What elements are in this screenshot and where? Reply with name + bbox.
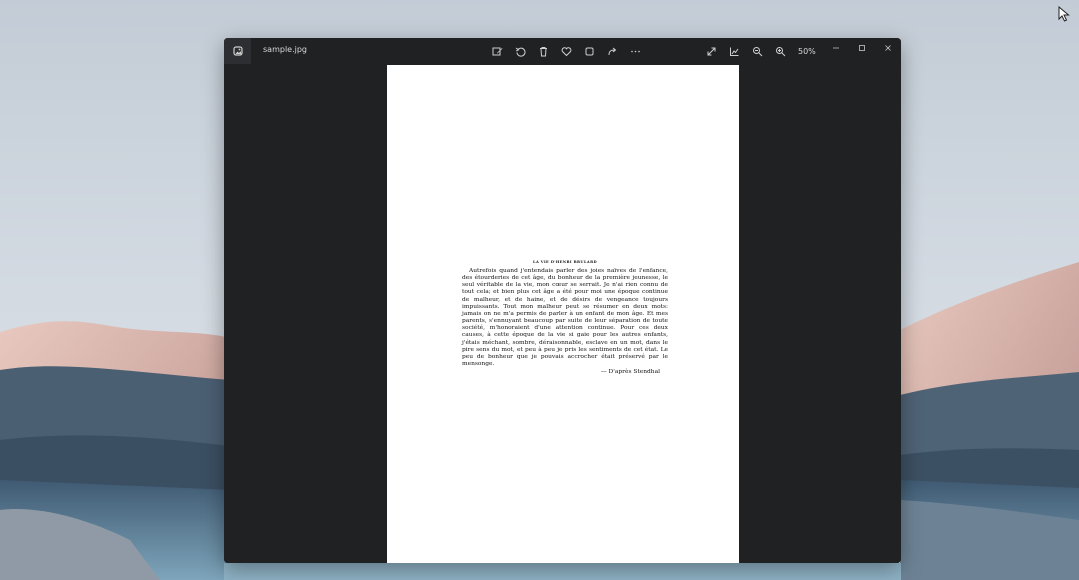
rotate-icon [515, 47, 526, 57]
share-button[interactable] [601, 38, 624, 64]
photos-app-icon [232, 46, 243, 56]
favorite-button[interactable] [555, 38, 578, 64]
crop-icon [585, 47, 594, 55]
document-page-image: LA VIE D'HENRI BRULARD Autrefois quand j… [387, 65, 739, 563]
expand-icon [707, 47, 716, 55]
close-icon [885, 45, 891, 51]
document-signature: — D'après Stendhal [600, 369, 660, 376]
more-icon [631, 50, 640, 52]
minimize-button[interactable] [823, 38, 849, 58]
zoom-level[interactable]: 50% [798, 47, 816, 56]
share-icon [608, 47, 617, 55]
document-text-block: LA VIE D'HENRI BRULARD Autrefois quand j… [462, 260, 668, 375]
zoom-in-icon [776, 46, 786, 56]
document-title: LA VIE D'HENRI BRULARD [533, 260, 597, 264]
image-canvas[interactable]: LA VIE D'HENRI BRULARD Autrefois quand j… [224, 64, 901, 563]
minimize-icon [833, 47, 839, 49]
view-toolbar: 50% [700, 38, 816, 64]
trash-icon [540, 46, 547, 56]
crop-button[interactable] [578, 38, 601, 64]
zoom-out-button[interactable] [746, 38, 769, 64]
document-body: Autrefois quand j'entendais parler des j… [462, 268, 668, 368]
close-button[interactable] [875, 38, 901, 58]
maximize-button[interactable] [849, 38, 875, 58]
delete-button[interactable] [532, 38, 555, 64]
photos-app-window: sample.jpg 50% LA VIE D'HENRI BRULARD Au… [224, 38, 901, 563]
info-button[interactable] [723, 38, 746, 64]
edit-image-icon [492, 47, 503, 55]
fullscreen-button[interactable] [700, 38, 723, 64]
maximize-icon [859, 45, 865, 51]
heart-icon [561, 46, 572, 56]
file-name: sample.jpg [263, 45, 308, 54]
mouse-cursor-icon [1058, 6, 1070, 22]
window-controls [823, 38, 901, 58]
image-toolbar [486, 38, 647, 64]
rotate-button[interactable] [509, 38, 532, 64]
more-button[interactable] [624, 38, 647, 64]
app-menu-button[interactable] [224, 38, 251, 64]
zoom-in-button[interactable] [769, 38, 792, 64]
title-bar: sample.jpg 50% [224, 38, 901, 64]
zoom-out-icon [753, 46, 763, 56]
chart-icon [730, 47, 739, 56]
edit-image-button[interactable] [486, 38, 509, 64]
